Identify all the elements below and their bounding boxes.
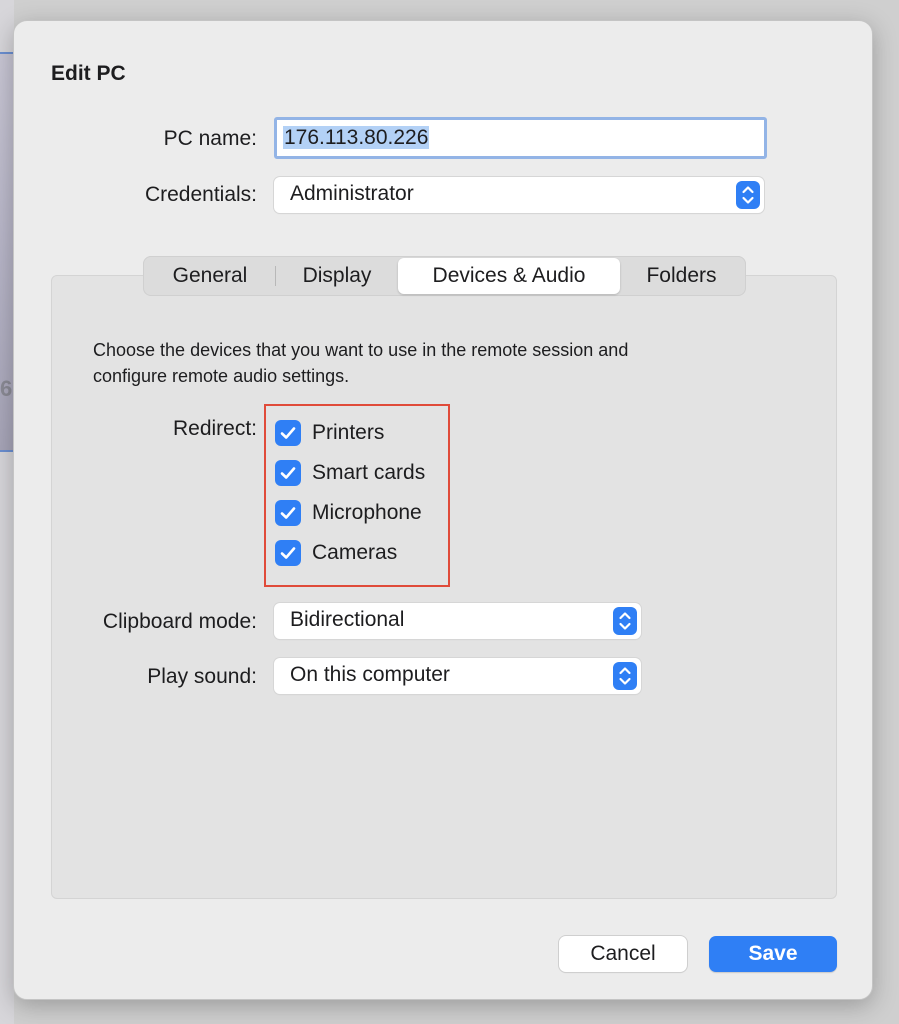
checkmark-icon xyxy=(280,507,296,519)
redirect-microphone-row[interactable]: Microphone xyxy=(275,498,422,528)
checkmark-icon xyxy=(280,547,296,559)
up-down-chevron-icon xyxy=(736,181,760,209)
tab-general[interactable]: General xyxy=(145,258,275,294)
clipboard-mode-value: Bidirectional xyxy=(290,608,405,631)
redirect-label: Redirect: xyxy=(172,417,257,440)
checkbox-label-printers: Printers xyxy=(312,421,385,444)
clipboard-mode-popup[interactable]: Bidirectional xyxy=(274,603,641,639)
credentials-label: Credentials: xyxy=(144,183,257,206)
checkmark-icon xyxy=(280,427,296,439)
checkbox-cameras[interactable] xyxy=(275,540,301,566)
tab-folders[interactable]: Folders xyxy=(620,258,743,294)
pc-name-value: 176.113.80.226 xyxy=(283,126,430,149)
checkmark-icon xyxy=(280,467,296,479)
save-button[interactable]: Save xyxy=(709,936,837,972)
edit-pc-dialog: Edit PC PC name: 176.113.80.226 Credenti… xyxy=(13,20,873,1000)
checkbox-printers[interactable] xyxy=(275,420,301,446)
tab-display[interactable]: Display xyxy=(276,258,398,294)
up-down-chevron-icon xyxy=(613,607,637,635)
pc-name-label: PC name: xyxy=(163,127,257,150)
dialog-title: Edit PC xyxy=(51,62,126,85)
up-down-chevron-icon xyxy=(613,662,637,690)
tab-devices-audio[interactable]: Devices & Audio xyxy=(398,258,620,294)
credentials-value: Administrator xyxy=(290,182,414,205)
play-sound-popup[interactable]: On this computer xyxy=(274,658,641,694)
play-sound-value: On this computer xyxy=(290,663,450,686)
checkbox-smart-cards[interactable] xyxy=(275,460,301,486)
checkbox-label-cameras: Cameras xyxy=(312,541,398,564)
devices-description: Choose the devices that you want to use … xyxy=(93,337,793,389)
description-line-2: configure remote audio settings. xyxy=(93,366,350,386)
background-partial-text: 6 xyxy=(0,376,13,401)
credentials-popup[interactable]: Administrator xyxy=(274,177,764,213)
tab-bar: General Display Devices & Audio Folders xyxy=(143,256,746,296)
pc-name-input[interactable]: 176.113.80.226 xyxy=(274,117,767,159)
description-line-1: Choose the devices that you want to use … xyxy=(93,340,629,360)
background-window: 6 xyxy=(0,0,14,1024)
clipboard-mode-label: Clipboard mode: xyxy=(102,610,257,633)
checkbox-label-microphone: Microphone xyxy=(312,501,422,524)
cancel-button[interactable]: Cancel xyxy=(559,936,687,972)
redirect-cameras-row[interactable]: Cameras xyxy=(275,538,397,568)
checkbox-label-smart-cards: Smart cards xyxy=(312,461,426,484)
redirect-smart-cards-row[interactable]: Smart cards xyxy=(275,458,425,488)
redirect-printers-row[interactable]: Printers xyxy=(275,418,384,448)
play-sound-label: Play sound: xyxy=(147,665,257,688)
checkbox-microphone[interactable] xyxy=(275,500,301,526)
